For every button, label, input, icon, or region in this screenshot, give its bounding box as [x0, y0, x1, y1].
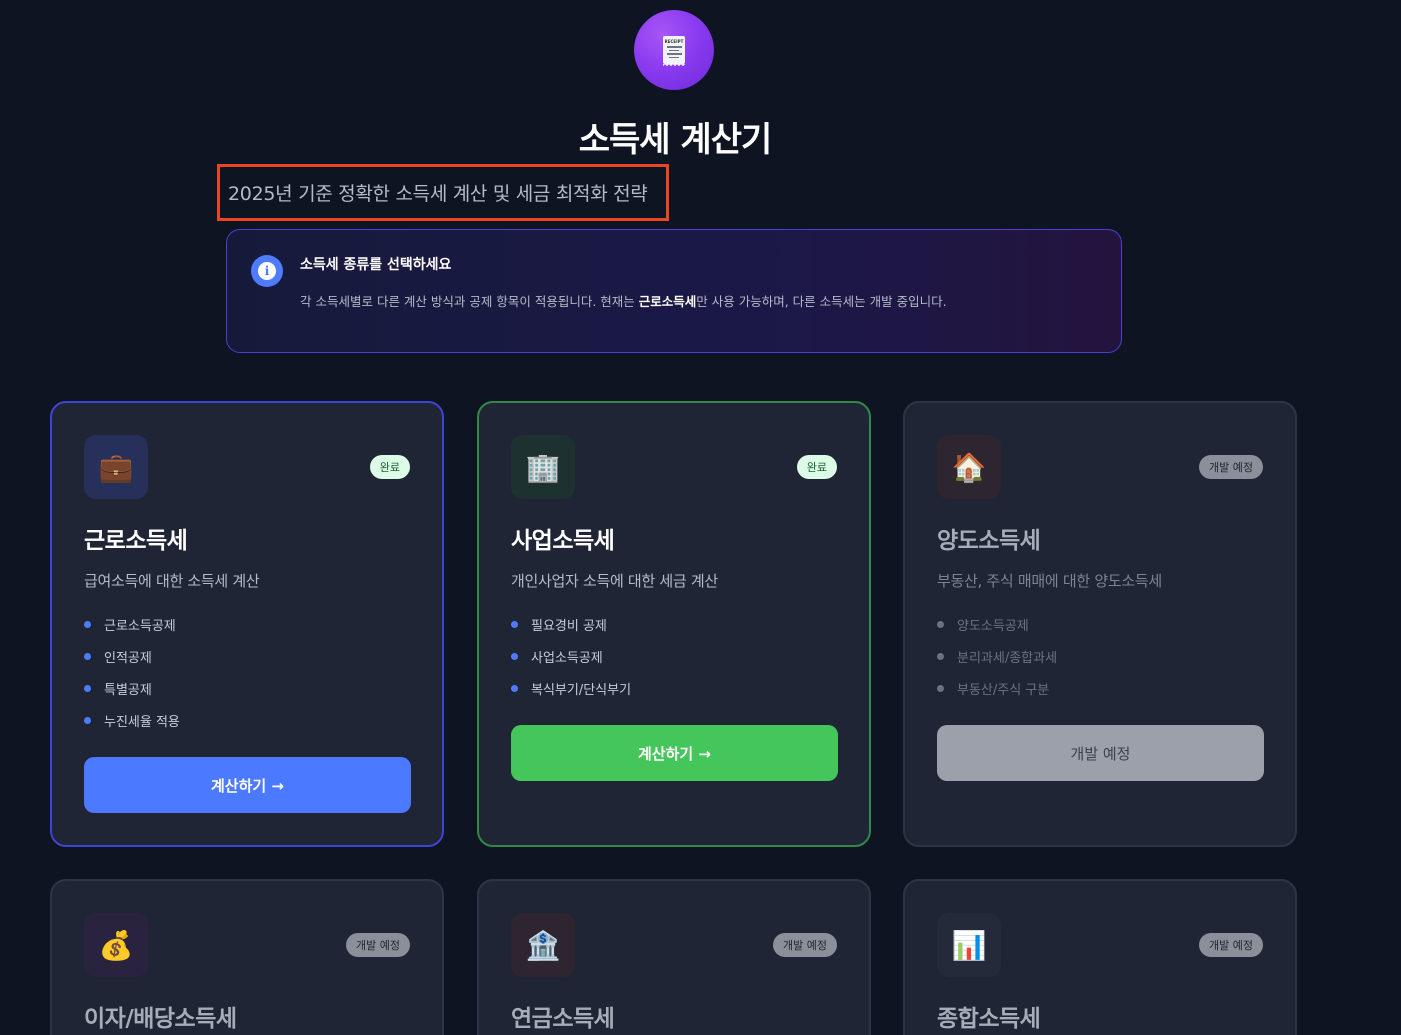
page-title: 소득세 계산기 — [578, 120, 773, 160]
feature-item: 분리과세/종합과세 — [937, 640, 1057, 672]
feature-item: 양도소득공제 — [937, 608, 1057, 640]
page-subtitle: 2025년 기준 정확한 소득세 계산 및 세금 최적화 전략 — [228, 183, 648, 205]
card-title: 연금소득세 — [511, 1006, 615, 1032]
feature-list: 양도소득공제 분리과세/종합과세 부동산/주식 구분 — [937, 608, 1057, 704]
card-pension-income-tax: 🏦 개발 예정 연금소득세 — [477, 879, 871, 1035]
coming-soon-button: 개발 예정 — [937, 725, 1264, 781]
receipt-icon: RECEIPT — [663, 36, 685, 67]
info-banner: i 소득세 종류를 선택하세요 각 소득세별로 다른 계산 방식과 공제 항목이… — [226, 229, 1122, 353]
info-icon: i — [251, 255, 283, 287]
card-title: 근로소득세 — [84, 528, 188, 554]
feature-item: 사업소득공제 — [511, 640, 631, 672]
feature-list: 근로소득공제 인적공제 특별공제 누진세율 적용 — [84, 608, 180, 736]
feature-item: 특별공제 — [84, 672, 180, 704]
feature-item: 복식부기/단식부기 — [511, 672, 631, 704]
status-badge: 개발 예정 — [1199, 933, 1263, 957]
calculate-button-business-income[interactable]: 계산하기 → — [511, 725, 838, 781]
card-description: 개인사업자 소득에 대한 세금 계산 — [511, 572, 718, 590]
feature-item: 인적공제 — [84, 640, 180, 672]
card-description: 부동산, 주식 매매에 대한 양도소득세 — [937, 572, 1162, 590]
bar-chart-icon: 📊 — [937, 913, 1001, 977]
feature-item: 부동산/주식 구분 — [937, 672, 1057, 704]
status-badge: 개발 예정 — [346, 933, 410, 957]
calculate-button-earned-income[interactable]: 계산하기 → — [84, 757, 411, 813]
status-badge: 개발 예정 — [773, 933, 837, 957]
info-description: 각 소득세별로 다른 계산 방식과 공제 항목이 적용됩니다. 현재는 근로소득… — [300, 294, 947, 309]
card-comprehensive-income-tax: 📊 개발 예정 종합소득세 — [903, 879, 1297, 1035]
card-business-income-tax: 🏢 완료 사업소득세 개인사업자 소득에 대한 세금 계산 필요경비 공제 사업… — [477, 401, 871, 847]
status-badge: 완료 — [369, 455, 410, 479]
info-title: 소득세 종류를 선택하세요 — [300, 257, 452, 273]
office-building-icon: 🏢 — [511, 435, 575, 499]
feature-item: 근로소득공제 — [84, 608, 180, 640]
briefcase-icon: 💼 — [84, 435, 148, 499]
card-title: 양도소득세 — [937, 528, 1041, 554]
info-highlight: 근로소득세 — [638, 294, 697, 309]
card-title: 이자/배당소득세 — [84, 1006, 237, 1032]
card-title: 사업소득세 — [511, 528, 615, 554]
status-badge: 완료 — [796, 455, 837, 479]
card-description: 급여소득에 대한 소득세 계산 — [84, 572, 260, 590]
card-interest-dividend-tax: 💰 개발 예정 이자/배당소득세 — [50, 879, 444, 1035]
money-bag-icon: 💰 — [84, 913, 148, 977]
app-logo: RECEIPT — [634, 10, 714, 90]
house-icon: 🏠 — [937, 435, 1001, 499]
card-capital-gains-tax: 🏠 개발 예정 양도소득세 부동산, 주식 매매에 대한 양도소득세 양도소득공… — [903, 401, 1297, 847]
subtitle-highlight: 2025년 기준 정확한 소득세 계산 및 세금 최적화 전략 — [217, 164, 669, 221]
card-earned-income-tax: 💼 완료 근로소득세 급여소득에 대한 소득세 계산 근로소득공제 인적공제 특… — [50, 401, 444, 847]
status-badge: 개발 예정 — [1199, 455, 1263, 479]
feature-item: 누진세율 적용 — [84, 704, 180, 736]
feature-list: 필요경비 공제 사업소득공제 복식부기/단식부기 — [511, 608, 631, 704]
card-title: 종합소득세 — [937, 1006, 1041, 1032]
page: RECEIPT 소득세 계산기 2025년 기준 정확한 소득세 계산 및 세금… — [0, 0, 1401, 1035]
bank-icon: 🏦 — [511, 913, 575, 977]
feature-item: 필요경비 공제 — [511, 608, 631, 640]
